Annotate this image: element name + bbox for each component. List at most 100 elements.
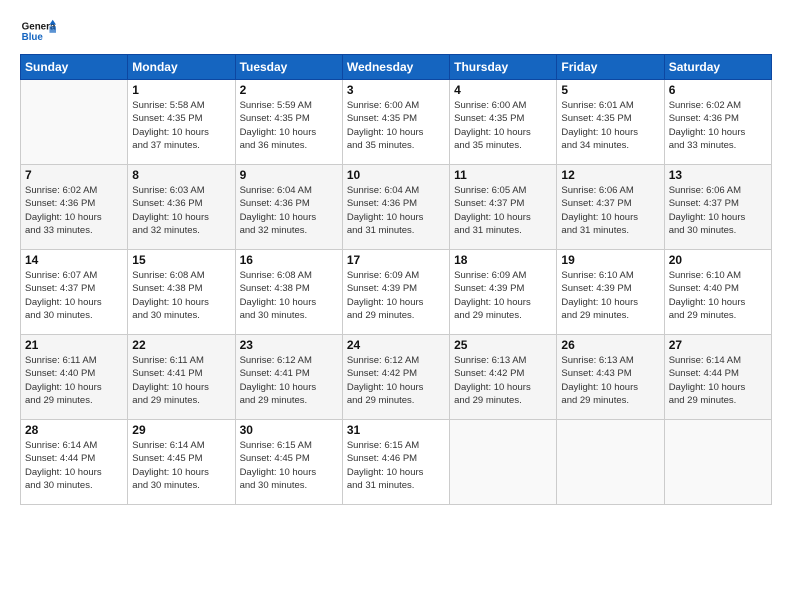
calendar-cell: 13 Sunrise: 6:06 AM Sunset: 4:37 PM Dayli…: [664, 165, 771, 250]
calendar-cell: 23 Sunrise: 6:12 AM Sunset: 4:41 PM Dayli…: [235, 335, 342, 420]
day-number: 29: [132, 423, 230, 437]
calendar-cell: 16 Sunrise: 6:08 AM Sunset: 4:38 PM Dayli…: [235, 250, 342, 335]
day-info: Sunrise: 6:08 AM Sunset: 4:38 PM Dayligh…: [240, 269, 338, 322]
calendar-week-row: 28 Sunrise: 6:14 AM Sunset: 4:44 PM Dayli…: [21, 420, 772, 505]
weekday-header: Monday: [128, 55, 235, 80]
calendar-cell: 26 Sunrise: 6:13 AM Sunset: 4:43 PM Dayli…: [557, 335, 664, 420]
calendar-week-row: 14 Sunrise: 6:07 AM Sunset: 4:37 PM Dayli…: [21, 250, 772, 335]
calendar-week-row: 1 Sunrise: 5:58 AM Sunset: 4:35 PM Daylig…: [21, 80, 772, 165]
day-number: 9: [240, 168, 338, 182]
day-number: 16: [240, 253, 338, 267]
logo-icon: General Blue: [20, 18, 56, 46]
day-number: 24: [347, 338, 445, 352]
day-info: Sunrise: 6:01 AM Sunset: 4:35 PM Dayligh…: [561, 99, 659, 152]
header-row: SundayMondayTuesdayWednesdayThursdayFrid…: [21, 55, 772, 80]
day-info: Sunrise: 6:09 AM Sunset: 4:39 PM Dayligh…: [454, 269, 552, 322]
weekday-header: Tuesday: [235, 55, 342, 80]
day-info: Sunrise: 6:15 AM Sunset: 4:45 PM Dayligh…: [240, 439, 338, 492]
day-number: 20: [669, 253, 767, 267]
weekday-header: Thursday: [450, 55, 557, 80]
calendar-cell: 6Sunrise: 6:02 AM Sunset: 4:36 PM Daylig…: [664, 80, 771, 165]
day-info: Sunrise: 6:13 AM Sunset: 4:42 PM Dayligh…: [454, 354, 552, 407]
day-number: 4: [454, 83, 552, 97]
day-info: Sunrise: 6:12 AM Sunset: 4:41 PM Dayligh…: [240, 354, 338, 407]
day-number: 14: [25, 253, 123, 267]
day-info: Sunrise: 6:00 AM Sunset: 4:35 PM Dayligh…: [454, 99, 552, 152]
day-info: Sunrise: 6:14 AM Sunset: 4:44 PM Dayligh…: [25, 439, 123, 492]
calendar-cell: 17Sunrise: 6:09 AM Sunset: 4:39 PM Dayli…: [342, 250, 449, 335]
day-info: Sunrise: 6:05 AM Sunset: 4:37 PM Dayligh…: [454, 184, 552, 237]
calendar-cell: 27 Sunrise: 6:14 AM Sunset: 4:44 PM Dayli…: [664, 335, 771, 420]
calendar-cell: 14 Sunrise: 6:07 AM Sunset: 4:37 PM Dayli…: [21, 250, 128, 335]
day-info: Sunrise: 6:11 AM Sunset: 4:41 PM Dayligh…: [132, 354, 230, 407]
svg-text:Blue: Blue: [22, 32, 44, 43]
day-info: Sunrise: 6:04 AM Sunset: 4:36 PM Dayligh…: [240, 184, 338, 237]
day-number: 8: [132, 168, 230, 182]
day-number: 10: [347, 168, 445, 182]
day-number: 30: [240, 423, 338, 437]
calendar-cell: 30 Sunrise: 6:15 AM Sunset: 4:45 PM Dayli…: [235, 420, 342, 505]
day-number: 6: [669, 83, 767, 97]
calendar-cell: 31Sunrise: 6:15 AM Sunset: 4:46 PM Dayli…: [342, 420, 449, 505]
day-number: 2: [240, 83, 338, 97]
day-info: Sunrise: 6:10 AM Sunset: 4:40 PM Dayligh…: [669, 269, 767, 322]
calendar-cell: 25Sunrise: 6:13 AM Sunset: 4:42 PM Dayli…: [450, 335, 557, 420]
weekday-header: Wednesday: [342, 55, 449, 80]
day-info: Sunrise: 6:13 AM Sunset: 4:43 PM Dayligh…: [561, 354, 659, 407]
calendar-cell: 12Sunrise: 6:06 AM Sunset: 4:37 PM Dayli…: [557, 165, 664, 250]
day-info: Sunrise: 5:59 AM Sunset: 4:35 PM Dayligh…: [240, 99, 338, 152]
day-number: 13: [669, 168, 767, 182]
calendar-cell: 20 Sunrise: 6:10 AM Sunset: 4:40 PM Dayli…: [664, 250, 771, 335]
calendar-cell: 5 Sunrise: 6:01 AM Sunset: 4:35 PM Daylig…: [557, 80, 664, 165]
logo: General Blue: [20, 18, 56, 46]
day-number: 17: [347, 253, 445, 267]
day-number: 11: [454, 168, 552, 182]
day-number: 18: [454, 253, 552, 267]
calendar-week-row: 7Sunrise: 6:02 AM Sunset: 4:36 PM Daylig…: [21, 165, 772, 250]
weekday-header: Friday: [557, 55, 664, 80]
day-number: 19: [561, 253, 659, 267]
calendar-cell: 15Sunrise: 6:08 AM Sunset: 4:38 PM Dayli…: [128, 250, 235, 335]
page: General Blue SundayMondayTuesdayWednesda…: [0, 0, 792, 612]
day-info: Sunrise: 6:07 AM Sunset: 4:37 PM Dayligh…: [25, 269, 123, 322]
day-number: 5: [561, 83, 659, 97]
calendar-cell: 11 Sunrise: 6:05 AM Sunset: 4:37 PM Dayli…: [450, 165, 557, 250]
calendar-header: SundayMondayTuesdayWednesdayThursdayFrid…: [21, 55, 772, 80]
calendar-cell: 2 Sunrise: 5:59 AM Sunset: 4:35 PM Daylig…: [235, 80, 342, 165]
weekday-header: Sunday: [21, 55, 128, 80]
day-info: Sunrise: 6:15 AM Sunset: 4:46 PM Dayligh…: [347, 439, 445, 492]
calendar-cell: 24 Sunrise: 6:12 AM Sunset: 4:42 PM Dayli…: [342, 335, 449, 420]
calendar-cell: 21Sunrise: 6:11 AM Sunset: 4:40 PM Dayli…: [21, 335, 128, 420]
calendar-cell: 8 Sunrise: 6:03 AM Sunset: 4:36 PM Daylig…: [128, 165, 235, 250]
calendar-cell: 1 Sunrise: 5:58 AM Sunset: 4:35 PM Daylig…: [128, 80, 235, 165]
day-number: 22: [132, 338, 230, 352]
calendar-cell: [21, 80, 128, 165]
calendar-table: SundayMondayTuesdayWednesdayThursdayFrid…: [20, 54, 772, 505]
calendar-cell: [450, 420, 557, 505]
day-number: 23: [240, 338, 338, 352]
day-info: Sunrise: 6:00 AM Sunset: 4:35 PM Dayligh…: [347, 99, 445, 152]
day-info: Sunrise: 6:02 AM Sunset: 4:36 PM Dayligh…: [25, 184, 123, 237]
day-info: Sunrise: 6:06 AM Sunset: 4:37 PM Dayligh…: [669, 184, 767, 237]
calendar-cell: [664, 420, 771, 505]
day-number: 27: [669, 338, 767, 352]
day-number: 12: [561, 168, 659, 182]
calendar-cell: 7Sunrise: 6:02 AM Sunset: 4:36 PM Daylig…: [21, 165, 128, 250]
calendar-cell: 29 Sunrise: 6:14 AM Sunset: 4:45 PM Dayli…: [128, 420, 235, 505]
calendar-cell: 18 Sunrise: 6:09 AM Sunset: 4:39 PM Dayli…: [450, 250, 557, 335]
day-number: 3: [347, 83, 445, 97]
day-info: Sunrise: 6:14 AM Sunset: 4:44 PM Dayligh…: [669, 354, 767, 407]
day-info: Sunrise: 6:14 AM Sunset: 4:45 PM Dayligh…: [132, 439, 230, 492]
day-number: 21: [25, 338, 123, 352]
day-number: 15: [132, 253, 230, 267]
day-number: 26: [561, 338, 659, 352]
day-number: 28: [25, 423, 123, 437]
day-info: Sunrise: 6:12 AM Sunset: 4:42 PM Dayligh…: [347, 354, 445, 407]
calendar-cell: 10Sunrise: 6:04 AM Sunset: 4:36 PM Dayli…: [342, 165, 449, 250]
calendar-cell: [557, 420, 664, 505]
calendar-cell: 3 Sunrise: 6:00 AM Sunset: 4:35 PM Daylig…: [342, 80, 449, 165]
day-number: 1: [132, 83, 230, 97]
day-info: Sunrise: 5:58 AM Sunset: 4:35 PM Dayligh…: [132, 99, 230, 152]
calendar-cell: 19Sunrise: 6:10 AM Sunset: 4:39 PM Dayli…: [557, 250, 664, 335]
day-info: Sunrise: 6:03 AM Sunset: 4:36 PM Dayligh…: [132, 184, 230, 237]
